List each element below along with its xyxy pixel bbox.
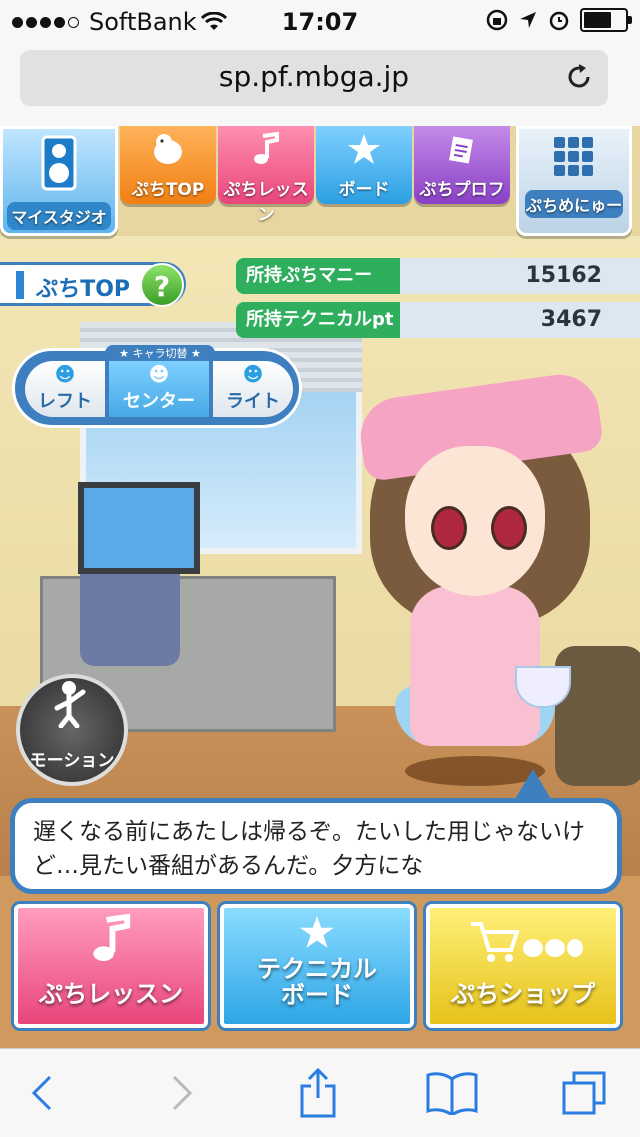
position-left-button[interactable]: ☻ レフト xyxy=(25,361,105,417)
url-text[interactable]: sp.pf.mbga.jp xyxy=(20,60,608,93)
button-label: ぷちレッスン xyxy=(38,980,184,1008)
stat-technical-pt: 所持テクニカルpt 3467 xyxy=(236,302,640,338)
back-arrow-icon xyxy=(31,1075,52,1111)
book-icon xyxy=(426,1072,478,1115)
motion-button[interactable]: モーション xyxy=(16,674,128,786)
rice-bowl xyxy=(515,666,571,708)
chick-icon xyxy=(120,126,216,175)
tab-label: ボード xyxy=(338,180,390,200)
tab-label: ぷちTOP xyxy=(131,180,205,200)
battery-icon xyxy=(580,8,632,32)
share-icon xyxy=(300,1068,336,1118)
page-title-banner: ぷちTOP ? xyxy=(0,262,186,307)
puchi-lesson-button[interactable]: ぷちレッスン xyxy=(14,904,208,1028)
tab-label: マイスタジオ xyxy=(7,202,111,230)
dancing-figure-icon xyxy=(20,678,124,746)
alarm-icon xyxy=(549,11,569,31)
shopping-cart-icon xyxy=(430,908,616,980)
character-face xyxy=(405,446,545,596)
tab-puchi-top[interactable]: ぷちTOP xyxy=(120,126,216,204)
person-icon: ☻ xyxy=(148,362,170,386)
page-title: ぷちTOP xyxy=(36,277,131,302)
tab-puchi-menu[interactable]: ぷちめにゅー xyxy=(516,126,632,236)
tab-board[interactable]: ボード xyxy=(316,126,412,204)
button-label-line2: ボード xyxy=(281,981,353,1009)
button-label: レフト xyxy=(38,391,92,412)
browser-toolbar xyxy=(0,1048,640,1137)
puchi-shop-button[interactable]: ぷちショップ xyxy=(426,904,620,1028)
reload-icon[interactable] xyxy=(564,62,594,92)
grid-icon xyxy=(519,129,629,188)
button-label: ライト xyxy=(226,391,280,412)
button-label-line1: テクニカル xyxy=(257,955,377,983)
stat-label: 所持ぷちマニー xyxy=(236,258,400,294)
tab-label: ぷちレッスン xyxy=(223,180,309,225)
star-icon xyxy=(224,908,410,956)
title-accent-bar xyxy=(16,271,24,299)
technical-board-button[interactable]: テクニカル ボード xyxy=(220,904,414,1028)
address-bar[interactable]: sp.pf.mbga.jp xyxy=(20,50,608,106)
location-arrow-icon xyxy=(520,12,536,28)
button-label: ぷちショップ xyxy=(450,980,596,1008)
tab-puchi-profile[interactable]: ぷちプロフ xyxy=(414,126,510,204)
tabs-button[interactable] xyxy=(554,1067,614,1119)
speech-bubble[interactable]: 遅くなる前にあたしは帰るぞ。たいした用じゃないけど…見たい番組があるんだ。夕方に… xyxy=(10,769,622,894)
position-center-button[interactable]: ☻ センター xyxy=(109,361,209,417)
back-button[interactable] xyxy=(12,1067,72,1119)
star-icon xyxy=(316,126,412,175)
tab-puchi-lesson[interactable]: ぷちレッスン xyxy=(218,126,314,225)
stat-label: 所持テクニカルpt xyxy=(236,302,400,338)
music-note-icon xyxy=(18,908,204,980)
help-button[interactable]: ? xyxy=(140,263,184,307)
game-screen: マイスタジオ ぷちTOP ぷちレッスン ボード ぷちプロフ ぷちめにゅー ぷちT… xyxy=(0,126,640,1048)
computer-monitor xyxy=(78,482,200,574)
idol-character[interactable] xyxy=(350,366,605,786)
position-right-button[interactable]: ☻ ライト xyxy=(213,361,293,417)
tab-label: ぷちめにゅー xyxy=(525,190,623,218)
speech-bubble-tail xyxy=(515,769,551,799)
bookmarks-button[interactable] xyxy=(422,1067,482,1119)
tab-my-studio[interactable]: マイスタジオ xyxy=(0,126,118,236)
status-bar: SoftBank 17:07 xyxy=(0,0,640,40)
stat-money: 所持ぷちマニー 15162 xyxy=(236,258,640,294)
character-eye xyxy=(491,506,527,550)
status-icons xyxy=(486,8,632,32)
share-button[interactable] xyxy=(288,1067,348,1119)
person-icon: ☻ xyxy=(54,362,76,386)
forward-button[interactable] xyxy=(152,1067,212,1119)
person-icon: ☻ xyxy=(242,362,264,386)
character-eye xyxy=(431,506,467,550)
music-note-icon xyxy=(218,126,314,175)
tab-label: ぷちプロフ xyxy=(419,180,505,200)
stat-value: 3467 xyxy=(400,302,640,338)
motion-label: モーション xyxy=(29,751,115,771)
forward-arrow-icon xyxy=(172,1075,193,1111)
speech-text: 遅くなる前にあたしは帰るぞ。たいした用じゃないけど…見たい番組があるんだ。夕方に… xyxy=(33,819,585,879)
character-switch: ★ キャラ切替 ★ ☻ レフト ☻ センター ☻ ライト xyxy=(12,345,302,428)
tabs-icon xyxy=(562,1071,606,1115)
stat-value: 15162 xyxy=(400,258,640,294)
button-label: センター xyxy=(123,391,195,412)
speaker-icon xyxy=(3,129,115,200)
rotation-lock-icon xyxy=(486,9,508,31)
notepad-icon xyxy=(414,126,510,175)
